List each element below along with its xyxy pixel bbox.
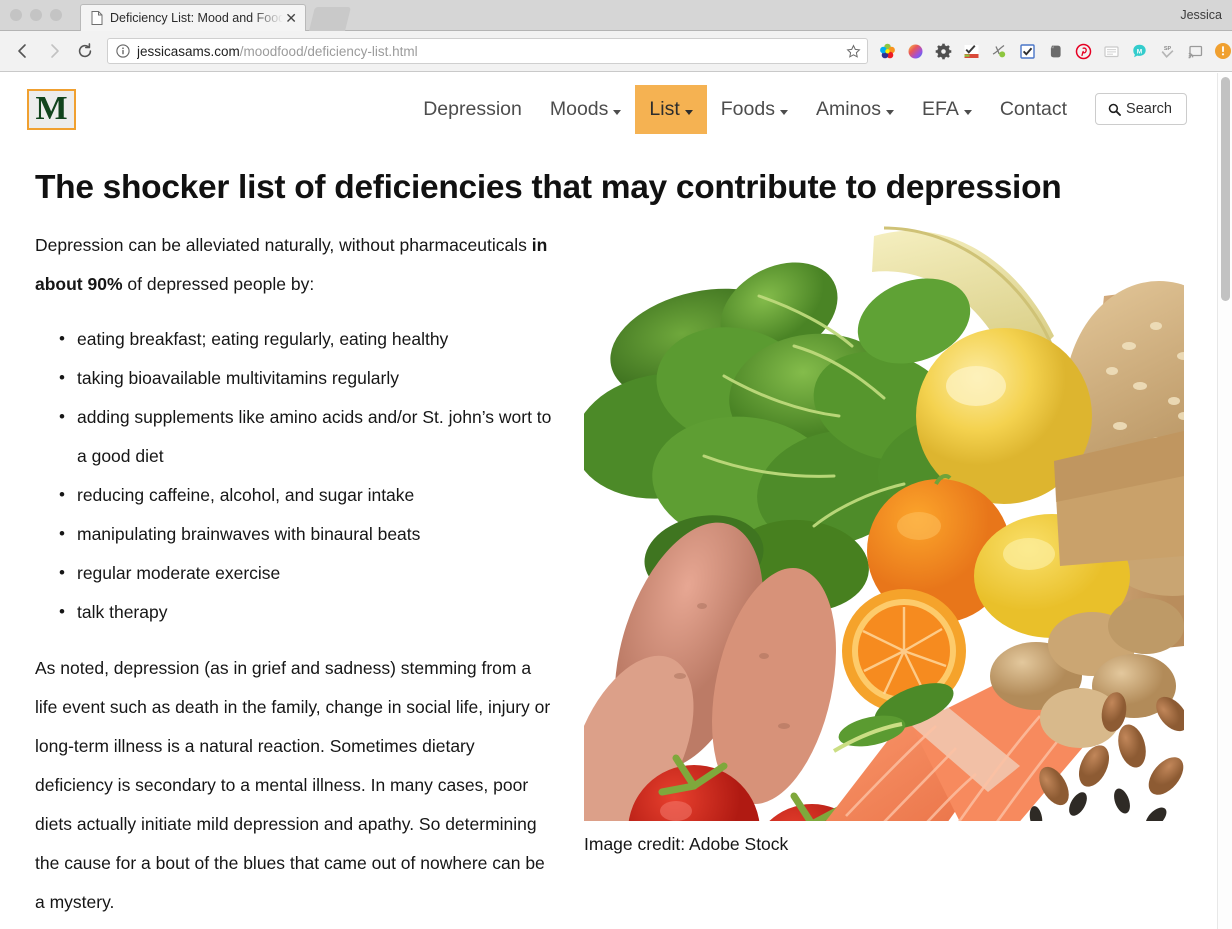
nav-item-depression[interactable]: Depression — [409, 85, 536, 134]
chevron-down-icon — [684, 109, 693, 115]
chevron-down-icon — [779, 109, 788, 115]
cast-extension-icon[interactable] — [1182, 37, 1208, 65]
list-item: adding supplements like amino acids and/… — [35, 398, 557, 476]
search-icon — [1108, 103, 1121, 116]
browser-tab-strip: Deficiency List: Mood and Food ✕ Jessica — [0, 0, 1232, 31]
browser-tab-title: Deficiency List: Mood and Food — [110, 11, 284, 25]
closing-paragraph: As noted, depression (as in grief and sa… — [35, 657, 551, 912]
nav-item-moods[interactable]: Moods — [536, 85, 636, 134]
page-content: M Depression Moods List Foods Aminos EFA… — [0, 73, 1217, 929]
page-scrollbar[interactable] — [1217, 73, 1232, 929]
page-viewport: M Depression Moods List Foods Aminos EFA… — [0, 73, 1232, 929]
address-bar[interactable]: jessicasams.com/moodfood/deficiency-list… — [107, 38, 868, 64]
window-controls — [10, 9, 62, 21]
search-button-label: Search — [1126, 101, 1172, 117]
browser-tab-active[interactable]: Deficiency List: Mood and Food ✕ — [80, 4, 306, 31]
healthy-foods-photo — [584, 225, 1184, 821]
intro-part1: Depression can be alleviated naturally, … — [35, 234, 532, 255]
remedies-list: eating breakfast; eating regularly, eati… — [35, 320, 557, 632]
list-item: manipulating brainwaves with binaural be… — [35, 515, 557, 554]
chevron-down-icon — [613, 109, 622, 115]
url-path: /moodfood/deficiency-list.html — [239, 43, 418, 59]
nav-item-foods[interactable]: Foods — [707, 85, 802, 134]
browser-toolbar: jessicasams.com/moodfood/deficiency-list… — [0, 31, 1232, 72]
minimize-window-button[interactable] — [30, 9, 42, 21]
pocket-extension-icon[interactable] — [986, 37, 1012, 65]
nav-label: Foods — [720, 97, 775, 120]
nav-label: Aminos — [815, 97, 881, 120]
nav-item-contact[interactable]: Contact — [986, 85, 1081, 134]
list-item: eating breakfast; eating regularly, eati… — [35, 320, 557, 359]
article-figure: Image credit: Adobe Stock — [584, 225, 1184, 855]
site-logo[interactable]: M — [27, 88, 76, 130]
scrollbar-thumb[interactable] — [1221, 77, 1230, 301]
article-text-column: Depression can be alleviated naturally, … — [35, 226, 557, 929]
list-item: talk therapy — [35, 593, 557, 632]
maximize-window-button[interactable] — [50, 9, 62, 21]
intro-paragraph: Depression can be alleviated naturally, … — [35, 226, 557, 304]
seo-check-extension-icon[interactable]: SP — [1154, 37, 1180, 65]
image-caption: Image credit: Adobe Stock — [584, 833, 789, 854]
star-icon[interactable] — [846, 43, 861, 59]
nav-label: Moods — [549, 97, 609, 120]
browser-window: Deficiency List: Mood and Food ✕ Jessica — [0, 0, 1232, 929]
search-button[interactable]: Search — [1095, 93, 1187, 125]
url-domain: jessicasams.com — [137, 43, 240, 59]
back-icon[interactable] — [8, 36, 38, 66]
pinterest-extension-icon[interactable] — [1070, 37, 1096, 65]
site-logo-letter: M — [35, 90, 68, 127]
svg-text:M: M — [1136, 48, 1141, 55]
nav-item-aminos[interactable]: Aminos — [802, 85, 908, 134]
site-navigation: Depression Moods List Foods Aminos EFA C… — [409, 84, 1187, 134]
pinwheel-extension-icon[interactable] — [874, 37, 900, 65]
article-columns: Depression can be alleviated naturally, … — [35, 225, 1187, 929]
address-bar-url: jessicasams.com/moodfood/deficiency-list… — [137, 44, 840, 59]
checkbox-blue-extension-icon[interactable] — [1014, 37, 1040, 65]
list-item: reducing caffeine, alcohol, and sugar in… — [35, 476, 557, 515]
browser-tab-inactive[interactable] — [309, 7, 351, 31]
page-icon — [91, 11, 103, 25]
reload-icon[interactable] — [70, 36, 100, 66]
color-wheel-extension-icon[interactable] — [902, 37, 928, 65]
mix-extension-icon[interactable]: M — [1126, 37, 1152, 65]
site-info-icon[interactable] — [116, 44, 130, 58]
profile-name-label[interactable]: Jessica — [1180, 8, 1222, 22]
close-window-button[interactable] — [10, 9, 22, 21]
checkbox-red-extension-icon[interactable] — [958, 37, 984, 65]
list-item: regular moderate exercise — [35, 554, 557, 593]
gear-extension-icon[interactable] — [930, 37, 956, 65]
site-header: M Depression Moods List Foods Aminos EFA… — [0, 73, 1217, 145]
nav-label: Depression — [423, 97, 522, 120]
close-icon[interactable]: ✕ — [283, 11, 299, 25]
chevron-down-icon — [885, 109, 894, 115]
intro-part2: of depressed people by: — [122, 273, 315, 294]
list-item: taking bioavailable multivitamins regula… — [35, 359, 557, 398]
page-title: The shocker list of deficiencies that ma… — [35, 169, 1062, 206]
alert-profile-icon[interactable] — [1210, 37, 1232, 65]
forward-icon[interactable] — [39, 36, 69, 66]
extension-tray: M SP — [874, 37, 1232, 65]
nav-label: Contact — [999, 97, 1068, 120]
chevron-down-icon — [963, 109, 972, 115]
svg-text:SP: SP — [1163, 46, 1171, 52]
nav-label: EFA — [921, 97, 959, 120]
reader-extension-icon[interactable] — [1098, 37, 1124, 65]
nav-item-efa[interactable]: EFA — [908, 85, 986, 134]
nav-label: List — [649, 97, 680, 120]
nav-item-list[interactable]: List — [635, 84, 707, 134]
evernote-extension-icon[interactable] — [1042, 37, 1068, 65]
article: The shocker list of deficiencies that ma… — [0, 168, 1217, 929]
